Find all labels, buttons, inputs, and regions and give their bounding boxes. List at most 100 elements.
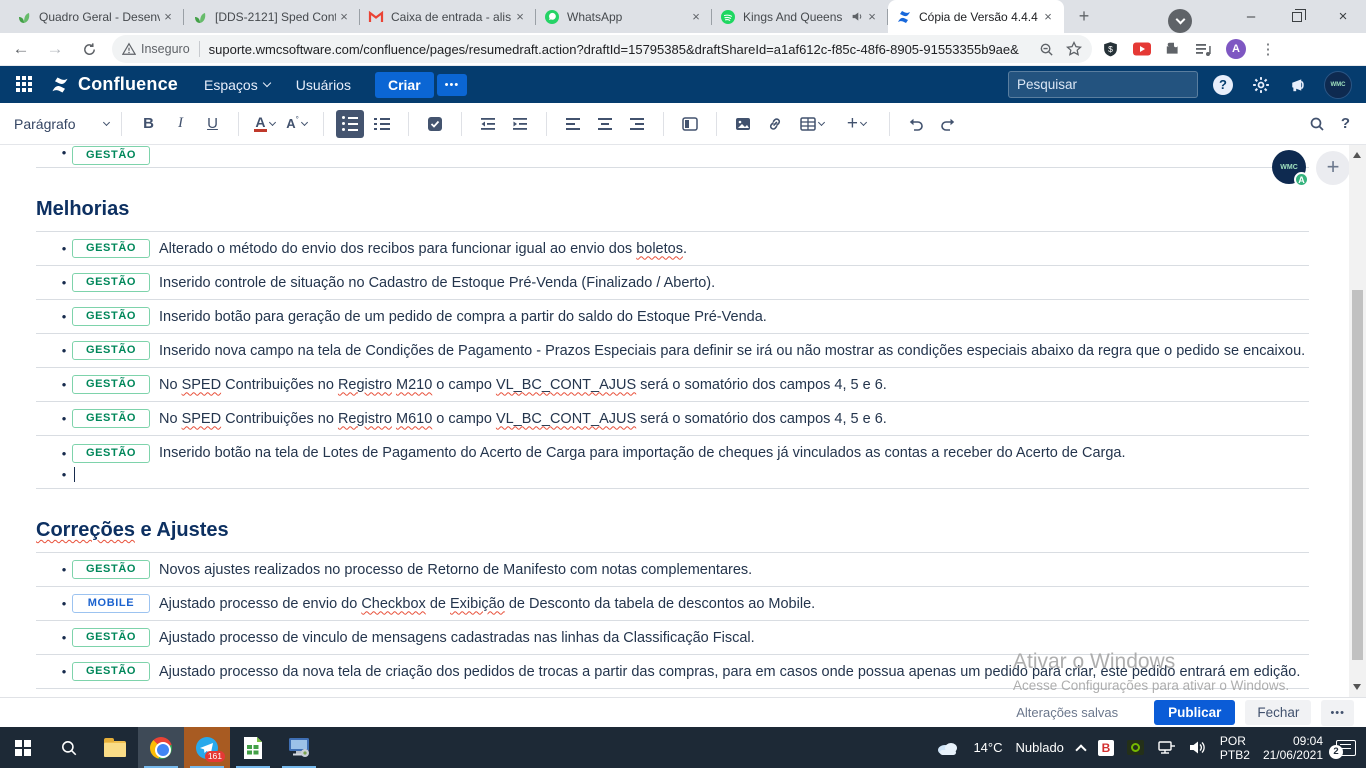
status-badge[interactable]: GESTÃO [72, 146, 150, 165]
list-item[interactable]: •GESTÃOInserido controle de situação no … [36, 266, 1309, 300]
tab-gmail-inbox[interactable]: Caixa de entrada - alis × [360, 0, 536, 33]
numbered-list-button[interactable] [368, 110, 396, 138]
list-item[interactable]: •GESTÃONo SPED Contribuições no Registro… [36, 368, 1309, 402]
confluence-logo[interactable]: Confluence [50, 74, 178, 95]
paragraph-style-select[interactable]: Parágrafo [14, 116, 111, 132]
list-item[interactable]: •GESTÃOAlterado o método do envio dos re… [36, 232, 1309, 266]
language-indicator[interactable]: PORPTB2 [1220, 734, 1250, 762]
shield-extension-icon[interactable]: $ [1102, 41, 1119, 58]
weather-temp[interactable]: 14°C [973, 740, 1002, 755]
create-button[interactable]: Criar [375, 72, 434, 98]
tab-search-chevron-button[interactable] [1168, 9, 1192, 33]
hidden-icons-chevron[interactable] [1075, 744, 1086, 755]
security-label[interactable]: Inseguro [141, 42, 190, 56]
tab-close-icon[interactable]: × [512, 9, 528, 25]
list-item[interactable]: •GESTÃONovos ajustes realizados no proce… [36, 553, 1309, 587]
user-avatar[interactable]: WMC [1324, 71, 1352, 99]
close-window-button[interactable]: × [1320, 0, 1366, 33]
nav-users[interactable]: Usuários [296, 77, 351, 93]
address-bar[interactable]: Inseguro [112, 35, 1092, 63]
text-color-button[interactable]: A [251, 110, 279, 138]
page-layout-button[interactable] [676, 110, 704, 138]
status-badge[interactable]: GESTÃO [72, 444, 150, 463]
tab-audio-icon[interactable] [851, 10, 864, 23]
underline-button[interactable]: U [198, 110, 226, 138]
taskbar-search-button[interactable] [46, 727, 92, 768]
status-badge[interactable]: GESTÃO [72, 239, 150, 258]
align-left-button[interactable] [559, 110, 587, 138]
url-input[interactable] [209, 42, 1039, 57]
action-center-icon[interactable]: 2 [1336, 740, 1356, 756]
new-tab-button[interactable]: + [1070, 3, 1098, 31]
status-badge[interactable]: GESTÃO [72, 560, 150, 579]
bookmark-star-icon[interactable] [1066, 41, 1082, 57]
status-badge[interactable]: MOBILE [72, 594, 150, 613]
nvidia-tray-icon[interactable] [1127, 740, 1144, 755]
confluence-search[interactable] [1008, 71, 1198, 98]
status-badge[interactable]: GESTÃO [72, 628, 150, 647]
help-button[interactable]: ? [1210, 72, 1236, 98]
zoom-indicator-icon[interactable] [1039, 42, 1054, 57]
list-item[interactable]: •GESTÃOInserido nova campo na tela de Co… [36, 334, 1309, 368]
redo-button[interactable] [934, 110, 962, 138]
list-item[interactable]: •MOBILEAjustado processo de envio do Che… [36, 587, 1309, 621]
extensions-puzzle-icon[interactable] [1165, 41, 1181, 57]
close-editor-button[interactable]: Fechar [1245, 700, 1311, 725]
vertical-scrollbar[interactable] [1349, 145, 1366, 697]
insert-image-button[interactable] [729, 110, 757, 138]
scroll-down-arrow[interactable] [1353, 684, 1361, 690]
tab-whatsapp[interactable]: WhatsApp × [536, 0, 712, 33]
align-right-button[interactable] [623, 110, 651, 138]
editor-help-button[interactable]: ? [1341, 115, 1350, 132]
tab-close-icon[interactable]: × [160, 9, 176, 25]
status-badge[interactable]: GESTÃO [72, 307, 150, 326]
list-item[interactable]: •GESTÃOInserido botão para geração de um… [36, 300, 1309, 334]
app-switcher-icon[interactable] [16, 76, 34, 94]
list-item-partial-top[interactable]: • GESTÃO [36, 145, 1309, 168]
browser-menu-icon[interactable]: ⋮ [1260, 47, 1276, 52]
tab-jira-dds-2121[interactable]: [DDS-2121] Sped Cont × [184, 0, 360, 33]
settings-button[interactable] [1248, 72, 1274, 98]
tab-spotify[interactable]: Kings And Queens × [712, 0, 888, 33]
bold-button[interactable]: B [134, 110, 162, 138]
task-list-button[interactable] [421, 110, 449, 138]
tab-close-icon[interactable]: × [688, 9, 704, 25]
add-element-button[interactable]: + [1316, 151, 1350, 185]
tab-jira-quadro-geral[interactable]: Quadro Geral - Desenv × [8, 0, 184, 33]
find-icon[interactable] [1309, 116, 1325, 132]
back-button[interactable]: ← [8, 36, 34, 62]
start-button[interactable] [0, 727, 46, 768]
network-tray-icon[interactable] [1157, 740, 1176, 755]
clock[interactable]: 09:0421/06/2021 [1263, 734, 1323, 762]
status-badge[interactable]: GESTÃO [72, 662, 150, 681]
status-badge[interactable]: GESTÃO [72, 375, 150, 394]
list-item[interactable]: •GESTÃOInserido botão na tela de Lotes d… [36, 436, 1309, 489]
music-queue-extension-icon[interactable] [1195, 42, 1212, 57]
tab-close-icon[interactable]: × [336, 9, 352, 25]
insert-table-button[interactable] [793, 110, 833, 138]
scroll-up-arrow[interactable] [1353, 152, 1361, 158]
youtube-extension-icon[interactable] [1133, 42, 1151, 56]
reload-button[interactable] [76, 36, 102, 62]
file-explorer-button[interactable] [92, 727, 138, 768]
browser-profile-avatar[interactable]: A [1226, 39, 1246, 59]
chrome-taskbar-button[interactable] [138, 727, 184, 768]
italic-button[interactable]: I [166, 110, 194, 138]
editing-user-avatar[interactable]: WMC A [1272, 150, 1306, 184]
insert-link-button[interactable] [761, 110, 789, 138]
tab-confluence-active[interactable]: Cópia de Versão 4.4.4 - × [888, 0, 1064, 33]
weather-desc[interactable]: Nublado [1015, 740, 1063, 755]
restore-button[interactable] [1274, 0, 1320, 33]
weather-cloud-icon[interactable] [936, 740, 960, 756]
announcements-button[interactable] [1286, 72, 1312, 98]
tab-close-icon[interactable]: × [1040, 9, 1056, 25]
editor-content[interactable]: • GESTÃO Melhorias•GESTÃOAlterado o méto… [0, 145, 1349, 697]
status-badge[interactable]: GESTÃO [72, 341, 150, 360]
calc-taskbar-button[interactable] [230, 727, 276, 768]
empty-list-item[interactable]: • [36, 466, 1309, 482]
forward-button[interactable]: → [42, 36, 68, 62]
align-center-button[interactable] [591, 110, 619, 138]
telegram-taskbar-button[interactable]: 161 [184, 727, 230, 768]
status-badge[interactable]: GESTÃO [72, 409, 150, 428]
volume-tray-icon[interactable] [1189, 740, 1207, 755]
